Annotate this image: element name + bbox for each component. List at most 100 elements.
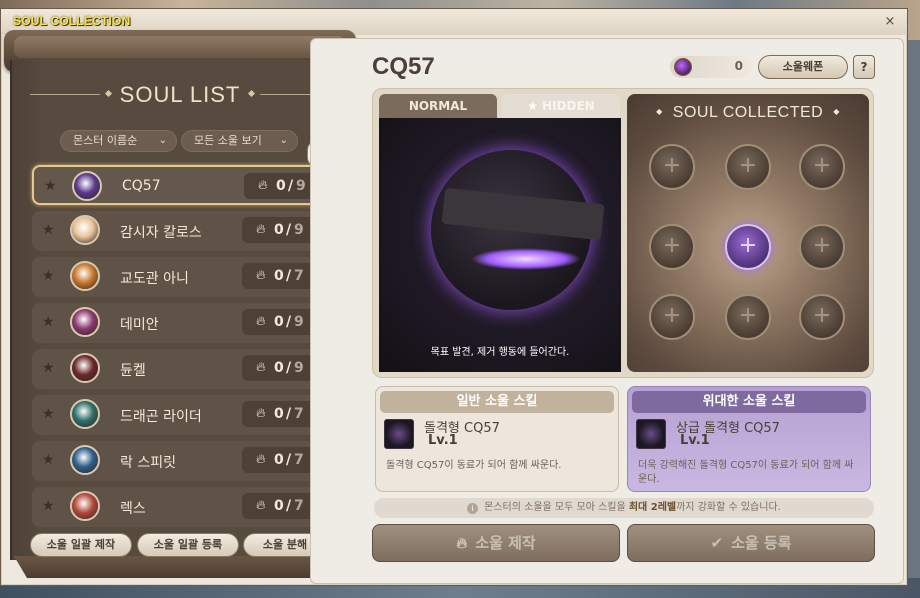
soul-count-separator: / — [286, 498, 292, 514]
soul-count: 🔥︎ 0/7 — [242, 401, 318, 427]
soul-list: ★ CQ57 🔥︎ 0/9 ★ 감시자 칼로스 🔥︎ 0/9 ★ 교도관 아니 🔥︎ 0/7 ★ 데미안 🔥… — [32, 165, 328, 533]
star-icon[interactable]: ★ — [42, 498, 55, 514]
monster-avatar — [72, 171, 102, 201]
notice-post: 까지 강화할 수 있습니다. — [676, 502, 781, 513]
monster-avatar — [70, 307, 100, 337]
close-icon[interactable]: × — [883, 15, 897, 29]
soul-name: 교도관 아니 — [120, 271, 189, 287]
soul-count: 🔥︎ 0/9 — [242, 217, 318, 243]
flame-icon: 🔥︎ — [256, 268, 266, 283]
soul-count-separator: / — [286, 268, 292, 284]
soul-list-title: SOUL LIST — [119, 82, 241, 107]
soul-count-owned: 0 — [274, 222, 284, 238]
monster-avatar — [70, 353, 100, 383]
soul-count-separator: / — [286, 222, 292, 238]
glowing-eyes — [471, 248, 581, 270]
soul-count-separator: / — [286, 360, 292, 376]
soul-slot[interactable]: + — [799, 294, 845, 340]
sort-dropdown[interactable]: 몬스터 이름순 ⌄ — [60, 130, 177, 152]
soul-count-owned: 0 — [274, 268, 284, 284]
soul-list-item[interactable]: ★ 듄켈 🔥︎ 0/9 — [32, 349, 327, 389]
normal-skill-level: Lv.1 — [428, 433, 458, 448]
soul-name: 데미안 — [120, 317, 159, 333]
soul-count-total: 9 — [294, 222, 304, 238]
divider-line — [30, 94, 100, 95]
soul-count-owned: 0 — [276, 178, 286, 194]
soul-count-total: 9 — [296, 178, 306, 194]
soul-list-item[interactable]: ★ 드래곤 라이더 🔥︎ 0/7 — [32, 395, 327, 435]
soul-count-owned: 0 — [274, 452, 284, 468]
normal-skill-header: 일반 소울 스킬 — [380, 391, 614, 413]
great-skill-level: Lv.1 — [680, 433, 710, 448]
skill-icon — [384, 419, 414, 449]
soul-count-separator: / — [286, 406, 292, 422]
tab-normal[interactable]: NORMAL — [379, 94, 497, 118]
flame-icon: 🔥︎ — [258, 178, 268, 193]
star-icon[interactable]: ★ — [42, 268, 55, 284]
soul-slot[interactable]: + — [799, 144, 845, 190]
soul-count-total: 9 — [294, 314, 304, 330]
normal-soul-skill: 일반 소울 스킬 돌격형 CQ57 Lv.1 돌격형 CQ57이 동료가 되어 … — [375, 386, 619, 492]
soul-register-button[interactable]: ✔ 소울 등록 — [627, 524, 875, 562]
batch-register-button[interactable]: 소울 일괄 등록 — [137, 533, 239, 557]
star-icon[interactable]: ★ — [42, 406, 55, 422]
soul-list-item[interactable]: ★ 렉스 🔥︎ 0/7 — [32, 487, 327, 527]
soul-coin-icon — [674, 58, 692, 76]
monster-avatar — [70, 215, 100, 245]
soul-slot[interactable]: + — [725, 144, 771, 190]
monster-avatar — [70, 491, 100, 521]
monster-title: CQ57 — [372, 53, 435, 80]
soul-count-total: 9 — [294, 360, 304, 376]
soul-list-item[interactable]: ★ 데미안 🔥︎ 0/9 — [32, 303, 327, 343]
soul-count-total: 7 — [294, 452, 304, 468]
star-icon[interactable]: ★ — [44, 178, 57, 194]
soul-slot[interactable]: + — [649, 224, 695, 270]
upgrade-notice: i 몬스터의 소울을 모두 모아 스킬을 최대 2레벨까지 강화할 수 있습니다. — [374, 498, 874, 518]
soul-list-item[interactable]: ★ 락 스피릿 🔥︎ 0/7 — [32, 441, 327, 481]
tab-hidden[interactable]: ★ HIDDEN — [502, 94, 620, 118]
soul-coin-counter: 0 — [670, 56, 752, 78]
diamond-icon: ◆ — [656, 107, 663, 116]
star-icon[interactable]: ★ — [42, 360, 55, 376]
soul-count-owned: 0 — [274, 406, 284, 422]
soul-slot[interactable]: + — [649, 294, 695, 340]
filter-dropdown[interactable]: 모든 소울 보기 ⌄ — [181, 130, 298, 152]
star-icon[interactable]: ★ — [42, 452, 55, 468]
soul-slot-active[interactable]: + — [725, 224, 771, 270]
soul-count-total: 7 — [294, 498, 304, 514]
monster-avatar — [70, 445, 100, 475]
flame-icon: 🔥︎ — [256, 222, 266, 237]
great-skill-header: 위대한 소울 스킬 — [632, 391, 866, 413]
soul-list-item[interactable]: ★ CQ57 🔥︎ 0/9 — [32, 165, 327, 205]
game-background-right — [908, 40, 920, 598]
normal-skill-desc: 돌격형 CQ57이 동료가 되어 함께 싸운다. — [386, 460, 562, 471]
flame-icon: 🔥︎ — [456, 534, 468, 552]
soul-list-item[interactable]: ★ 감시자 칼로스 🔥︎ 0/9 — [32, 211, 327, 251]
soul-name: 감시자 칼로스 — [120, 225, 202, 241]
monster-avatar — [70, 399, 100, 429]
star-icon[interactable]: ★ — [42, 314, 55, 330]
batch-craft-button[interactable]: 소울 일괄 제작 — [30, 533, 132, 557]
soul-collected-heading: ◆ SOUL COLLECTED ◆ — [627, 104, 869, 122]
star-icon[interactable]: ★ — [42, 222, 55, 238]
soul-slot[interactable]: + — [799, 224, 845, 270]
soul-count: 🔥︎ 0/9 — [242, 355, 318, 381]
flame-icon: 🔥︎ — [256, 406, 266, 421]
soul-name: 듄켈 — [120, 363, 146, 379]
soul-slot[interactable]: + — [725, 294, 771, 340]
soul-count-owned: 0 — [274, 314, 284, 330]
soul-slot[interactable]: + — [649, 144, 695, 190]
check-circle-icon: ✔ — [710, 534, 724, 552]
soul-weapon-button[interactable]: 소울웨폰 — [758, 55, 848, 79]
help-button[interactable]: ? — [853, 55, 875, 79]
notice-pre: 몬스터의 소울을 모두 모아 스킬을 — [484, 502, 629, 513]
soul-craft-button[interactable]: 🔥︎ 소울 제작 — [372, 524, 620, 562]
artwork-caption: 목표 발견, 제거 행동에 들어간다. — [430, 347, 570, 358]
soul-list-item[interactable]: ★ 교도관 아니 🔥︎ 0/7 — [32, 257, 327, 297]
soul-count-separator: / — [286, 314, 292, 330]
soul-name: CQ57 — [122, 178, 161, 194]
flame-icon: 🔥︎ — [256, 360, 266, 375]
soul-count-separator: / — [286, 452, 292, 468]
skill-icon — [636, 419, 666, 449]
soul-name: 렉스 — [120, 501, 146, 517]
